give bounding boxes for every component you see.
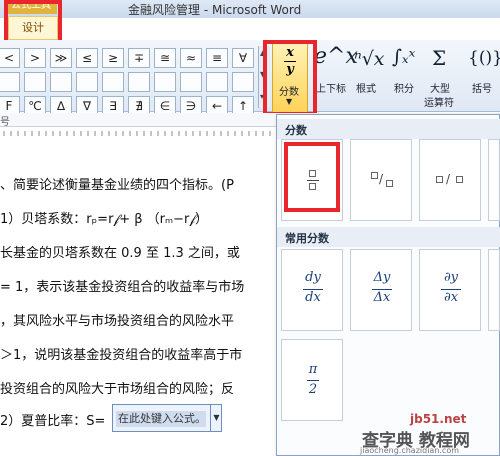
- doc-line-4: = 1，表示该基金投资组合的收益率与市场: [0, 280, 245, 295]
- fraction-skewed[interactable]: /: [350, 139, 412, 221]
- radical-button-label[interactable]: 根式: [356, 80, 376, 95]
- common-fraction-partial[interactable]: ∂y ∂x: [419, 249, 481, 331]
- placeholder-box-icon: [371, 172, 378, 179]
- fraction-stacked[interactable]: [281, 139, 343, 221]
- common-fraction-pi-2[interactable]: π 2: [281, 339, 343, 421]
- slash-icon: /: [379, 172, 384, 186]
- script-icon: e^x: [314, 44, 358, 69]
- symbol-button[interactable]: [0, 72, 20, 92]
- integral-button-label[interactable]: 积分: [394, 80, 414, 95]
- common-fraction-dy-dx[interactable]: dy dx: [281, 249, 343, 331]
- bracket-icon: {()}: [468, 48, 500, 68]
- fraction-small[interactable]: [488, 139, 500, 221]
- fraction-icon-denominator: y: [286, 62, 294, 77]
- ruler-ticks: [3, 131, 285, 136]
- placeholder-box-icon: [309, 170, 316, 177]
- equation-placeholder[interactable]: 在此处键入公式。: [116, 411, 206, 427]
- fraction-numerator: dy: [305, 270, 321, 285]
- symbol-button[interactable]: [24, 72, 46, 92]
- watermark-url: jiaocheng.chazidian.com: [360, 446, 460, 455]
- gallery-section-common: 常用分数: [277, 227, 500, 247]
- doc-line-7: 投资组合的风险大于市场组合的风险；反: [0, 382, 235, 397]
- bracket-button-label[interactable]: 括号: [472, 80, 492, 95]
- symbol-button[interactable]: [154, 72, 176, 92]
- watermark: jb51.net 查字典 教程网 jiaocheng.chazidian.com: [358, 412, 500, 456]
- fraction-button[interactable]: x y 分数 ▼: [272, 42, 308, 114]
- symbol-button[interactable]: <: [0, 48, 20, 68]
- watermark-site: jb51.net: [410, 412, 467, 426]
- radical-icon: ⁿ√x: [354, 48, 385, 70]
- symbol-button[interactable]: [50, 72, 72, 92]
- placeholder-box-icon: [386, 180, 393, 187]
- symbol-button[interactable]: [102, 72, 124, 92]
- fraction-denominator: ∂x: [443, 290, 459, 305]
- equation-input-box[interactable]: 在此处键入公式。 ▼: [112, 404, 222, 432]
- symbol-button[interactable]: ≥: [102, 48, 124, 68]
- symbol-button[interactable]: [128, 72, 150, 92]
- title-bar: 公式工具 金融风险管理 - Microsoft Word: [0, 0, 500, 18]
- slash-icon: /: [446, 172, 451, 186]
- symbol-gallery-scroll[interactable]: ▲ ▼ ▾: [258, 46, 270, 108]
- symbol-button[interactable]: [232, 72, 254, 92]
- fraction-linear[interactable]: /: [419, 139, 481, 221]
- common-fraction-more[interactable]: [488, 249, 500, 331]
- symbol-button[interactable]: [206, 72, 228, 92]
- gallery-section-fraction: 分数: [277, 119, 500, 139]
- fraction-button-label: 分数: [279, 87, 299, 98]
- symbol-button[interactable]: ≫: [50, 48, 72, 68]
- symbol-button[interactable]: [76, 72, 98, 92]
- doc-line-8: 2）夏普比率：S=: [0, 414, 106, 429]
- fraction-denominator: dx: [305, 290, 321, 305]
- integral-icon: ∫ₓˣ: [392, 46, 416, 68]
- fraction-denominator: 2: [308, 382, 318, 397]
- large-operator-label[interactable]: 大型: [430, 80, 450, 95]
- placeholder-box-icon: [309, 183, 316, 190]
- fraction-gallery: 分数 / / 常用分数 dy dx Δy Δx ∂y ∂x π 2: [276, 114, 500, 456]
- common-fraction-delta[interactable]: Δy Δx: [350, 249, 412, 331]
- symbol-button[interactable]: >: [24, 48, 46, 68]
- symbol-button[interactable]: ≈: [180, 48, 202, 68]
- chevron-down-icon[interactable]: ▼: [210, 405, 222, 431]
- doc-line-6: ＞1，说明该基金投资组合的收益率高于市: [0, 348, 243, 363]
- fraction-bar: [307, 180, 319, 181]
- placeholder-box-icon: [436, 176, 443, 183]
- large-operator-label-2[interactable]: 运算符: [424, 94, 454, 109]
- ruler-label: 号: [0, 117, 10, 128]
- doc-line-3: 长基金的贝塔系数在 0.9 至 1.3 之间，或: [0, 246, 240, 261]
- symbol-button[interactable]: ≤: [76, 48, 98, 68]
- chevron-down-icon: ▼: [286, 97, 293, 106]
- symbol-button[interactable]: ≡: [206, 48, 228, 68]
- fraction-numerator: ∂y: [443, 270, 459, 285]
- symbol-button[interactable]: [180, 72, 202, 92]
- fraction-numerator: π: [308, 362, 318, 377]
- placeholder-box-icon: [456, 176, 463, 183]
- fraction-bar: [307, 380, 319, 381]
- fraction-denominator: Δx: [373, 290, 391, 305]
- ribbon: < > ≫ ≤ ≥ ∓ ≅ ≈ ≡ ∀ F ℃ ∆ ∇ ∃ ∄ ∈ ∋ ← ↑ ▲ ▼ ▾ e^x 上下标 ⁿ√x 根式 …: [0, 40, 500, 116]
- equation-tools-context-tab: 公式工具: [5, 0, 57, 14]
- symbol-button[interactable]: ≅: [154, 48, 176, 68]
- large-operator-icon: Σ: [432, 46, 447, 70]
- doc-line-1: 、简要论述衡量基金业绩的四个指标。(P: [0, 178, 234, 193]
- doc-line-5: ，其风险水平与市场投资组合的风险水平: [0, 314, 235, 329]
- fraction-numerator: Δy: [373, 270, 391, 285]
- symbol-button[interactable]: ∓: [128, 48, 150, 68]
- symbol-button[interactable]: ∀: [232, 48, 254, 68]
- tab-design[interactable]: 设计: [8, 16, 58, 40]
- window-title: 金融风险管理 - Microsoft Word: [128, 3, 302, 17]
- doc-line-2: 1）贝塔系数：rₚ=r𝒻+ β （rₘ−r𝒻）: [0, 212, 209, 227]
- fraction-icon-numerator: x: [286, 45, 294, 60]
- script-button-label[interactable]: 上下标: [316, 80, 346, 95]
